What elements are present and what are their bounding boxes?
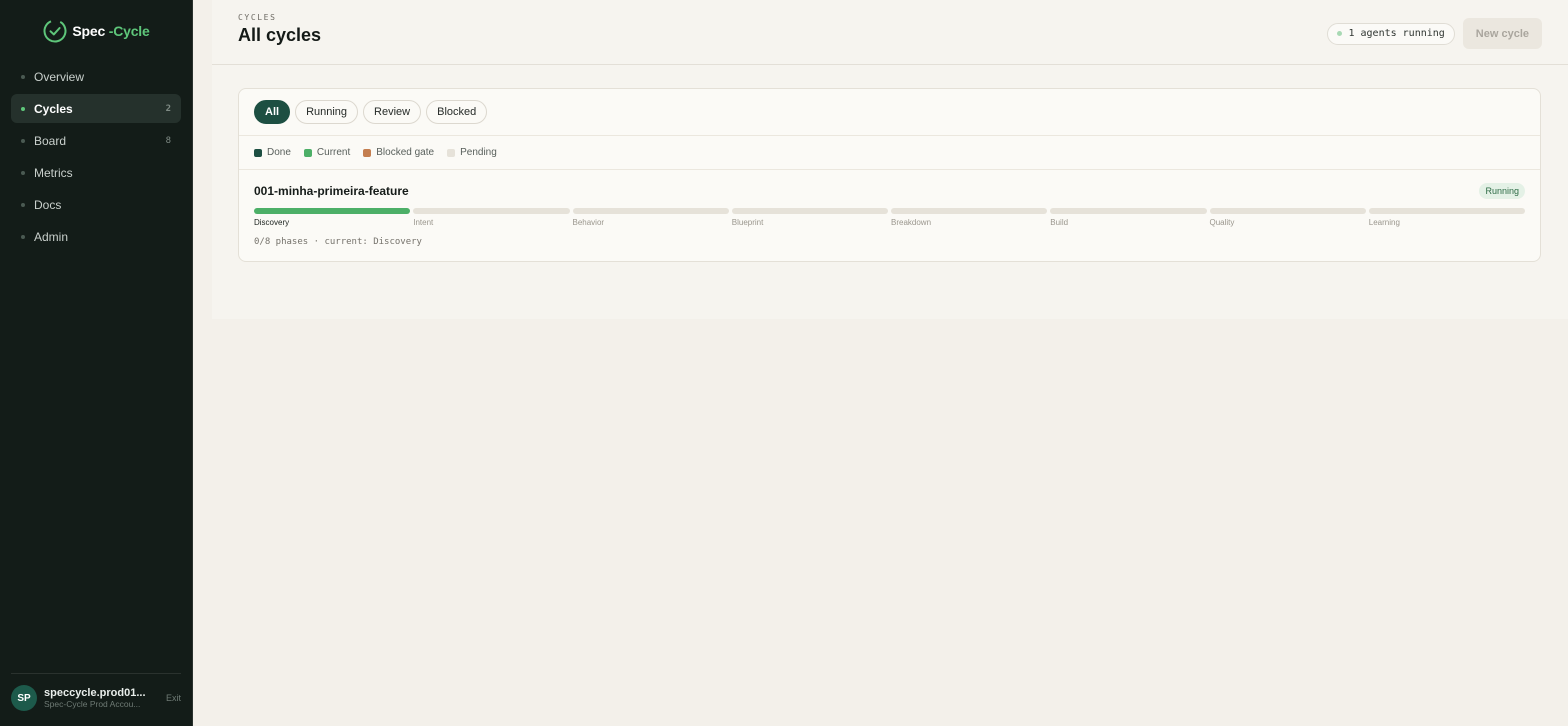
- phase-label: Discovery: [254, 218, 290, 227]
- sidebar-item-label: Cycles: [34, 101, 73, 116]
- nav-dot-icon: [21, 170, 25, 175]
- phase-label: Behavior: [572, 218, 605, 227]
- phase-label: Blueprint: [731, 218, 764, 227]
- title-block: CYCLES All cycles: [238, 13, 321, 46]
- phase-breakdown: Breakdown: [891, 208, 1048, 227]
- avatar[interactable]: SP: [11, 685, 37, 711]
- user-org: Spec-Cycle Prod Accou...: [44, 699, 141, 709]
- legend-label: Pending: [460, 147, 497, 158]
- sidebar-item-label: Overview: [34, 69, 85, 84]
- sidebar-item-label: Board: [34, 133, 67, 148]
- legend-item-pending: Pending: [447, 147, 497, 158]
- main-panel: CYCLES All cycles 1 agents running New c…: [212, 0, 1568, 319]
- phase-legend: Done Current Blocked gate Pending: [239, 136, 1540, 170]
- phase-track: Discovery Intent Behavior Blueprint Brea…: [254, 208, 1525, 227]
- legend-label: Current: [316, 147, 351, 158]
- sidebar: Spec -Cycle Overview Cycles 2 Board 8 Me…: [0, 0, 193, 726]
- nav-dot-icon: [21, 138, 25, 143]
- filter-running[interactable]: Running: [295, 100, 359, 124]
- status-badge: Running: [1479, 183, 1525, 199]
- phase-blueprint: Blueprint: [731, 208, 888, 227]
- legend-swatch: [363, 148, 372, 157]
- agents-status-badge: 1 agents running: [1327, 22, 1455, 45]
- phase-bar: [891, 208, 1048, 214]
- legend-item-blocked-gate: Blocked gate: [363, 147, 434, 158]
- phase-build: Build: [1050, 208, 1207, 227]
- sidebar-item-label: Docs: [34, 197, 62, 212]
- legend-label: Blocked gate: [376, 147, 435, 158]
- filter-review[interactable]: Review: [363, 100, 422, 124]
- phase-quality: Quality: [1209, 208, 1366, 227]
- cycle-header: 001-minha-primeira-feature Running: [254, 183, 1525, 199]
- sidebar-item-overview[interactable]: Overview: [11, 62, 181, 91]
- sidebar-item-admin[interactable]: Admin: [11, 222, 181, 251]
- status-dot-icon: [1337, 31, 1343, 36]
- nav-dot-icon: [21, 74, 25, 79]
- nav-dot-icon: [21, 106, 25, 111]
- legend-label: Done: [267, 147, 291, 158]
- check-circle-icon: [43, 19, 67, 43]
- page-title: All cycles: [238, 25, 322, 45]
- new-cycle-button[interactable]: New cycle: [1462, 18, 1542, 49]
- phase-discovery: Discovery: [254, 208, 411, 227]
- cycle-row[interactable]: 001-minha-primeira-feature Running Disco…: [239, 170, 1540, 261]
- legend-swatch: [447, 148, 456, 157]
- legend-swatch: [254, 148, 262, 157]
- sidebar-item-board[interactable]: Board 8: [11, 126, 181, 155]
- main-content: CYCLES All cycles 1 agents running New c…: [193, 0, 1568, 726]
- phase-bar: [1368, 208, 1525, 214]
- phase-bar: [572, 208, 729, 214]
- sidebar-item-label: Metrics: [34, 165, 73, 180]
- sidebar-item-cycles[interactable]: Cycles 2: [11, 94, 181, 123]
- legend-item-current: Current: [303, 147, 351, 158]
- phase-learning: Learning: [1368, 208, 1525, 227]
- agents-status-text: 1 agents running: [1348, 28, 1445, 39]
- cycle-name[interactable]: 001-minha-primeira-feature: [254, 184, 409, 198]
- user-name: speccycle.prod01...: [44, 687, 146, 699]
- filter-blocked[interactable]: Blocked: [426, 100, 488, 124]
- filter-chips: All Running Review Blocked: [239, 89, 1540, 136]
- brand-name: Spec -Cycle: [72, 23, 150, 39]
- phase-bar: [413, 208, 570, 214]
- breadcrumb: CYCLES: [238, 13, 277, 22]
- cycle-summary: 0/8 phases · current: Discovery: [254, 237, 422, 247]
- phase-label: Intent: [413, 218, 434, 227]
- legend-swatch: [303, 148, 312, 157]
- phase-bar: [731, 208, 888, 214]
- phase-intent: Intent: [413, 208, 570, 227]
- cycles-card: All Running Review Blocked Done Current …: [238, 88, 1541, 262]
- phase-bar: [1209, 208, 1366, 214]
- phase-label: Learning: [1368, 218, 1400, 227]
- page-header: CYCLES All cycles 1 agents running New c…: [212, 0, 1568, 65]
- filter-all[interactable]: All: [254, 100, 291, 124]
- phase-bar: [254, 208, 411, 214]
- legend-item-done: Done: [254, 147, 291, 158]
- header-actions: 1 agents running New cycle: [1327, 18, 1542, 49]
- sidebar-nav: Overview Cycles 2 Board 8 Metrics Docs A…: [0, 62, 192, 251]
- phase-bar: [1050, 208, 1207, 214]
- nav-dot-icon: [21, 234, 25, 239]
- sidebar-item-metrics[interactable]: Metrics: [11, 158, 181, 187]
- phase-label: Breakdown: [891, 218, 932, 227]
- sidebar-item-count: 8: [165, 135, 171, 146]
- sidebar-item-docs[interactable]: Docs: [11, 190, 181, 219]
- phase-behavior: Behavior: [572, 208, 729, 227]
- user-meta: speccycle.prod01... Spec-Cycle Prod Acco…: [44, 687, 160, 709]
- phase-label: Quality: [1209, 218, 1235, 227]
- brand-logo[interactable]: Spec -Cycle: [0, 0, 192, 62]
- sidebar-item-count: 2: [165, 103, 171, 114]
- user-account: SP speccycle.prod01... Spec-Cycle Prod A…: [11, 673, 181, 711]
- phase-label: Build: [1050, 218, 1069, 227]
- sidebar-item-label: Admin: [34, 229, 69, 244]
- exit-button[interactable]: Exit: [166, 693, 181, 703]
- nav-dot-icon: [21, 202, 25, 207]
